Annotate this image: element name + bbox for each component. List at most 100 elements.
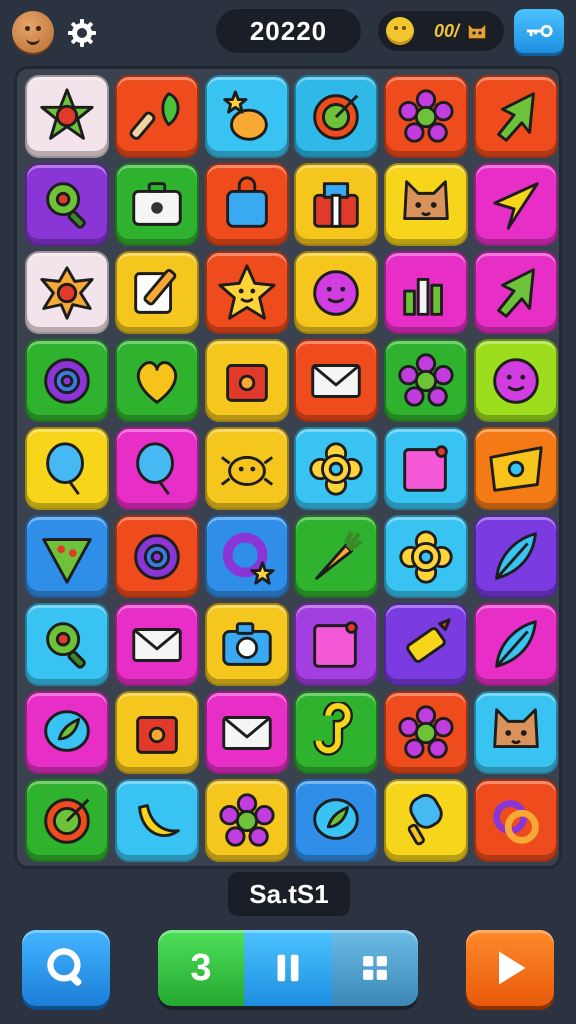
coin-count: 00/ <box>434 20 460 41</box>
pause-icon <box>277 954 299 982</box>
tile[interactable] <box>114 251 199 334</box>
balloon-icon <box>135 441 174 495</box>
tile[interactable] <box>114 339 199 422</box>
cat-badge-icon <box>467 21 487 40</box>
tile[interactable] <box>294 779 379 862</box>
carrot-broom-icon <box>315 530 363 580</box>
smiley-ball-icon <box>493 357 539 404</box>
ring-icon <box>44 357 90 404</box>
cat-face-icon <box>493 707 539 748</box>
tile[interactable] <box>473 427 558 510</box>
tile[interactable] <box>114 691 199 774</box>
tile[interactable] <box>384 515 469 598</box>
tile[interactable] <box>25 427 109 510</box>
balloon-icon <box>46 441 84 495</box>
tile[interactable] <box>204 339 289 422</box>
tile[interactable] <box>473 515 558 598</box>
tile[interactable] <box>384 339 469 422</box>
tile[interactable] <box>294 339 379 422</box>
tile[interactable] <box>473 75 558 158</box>
tile[interactable] <box>204 427 289 510</box>
paintbrush-leaf-icon <box>129 91 180 140</box>
leaf-bubble-icon <box>313 797 360 840</box>
tile[interactable] <box>204 779 289 862</box>
onion-star-icon <box>222 89 268 141</box>
arrow-icon <box>497 91 535 142</box>
leaf-bubble-icon <box>44 709 90 752</box>
gift-box-icon <box>313 181 360 228</box>
banana-icon <box>137 803 180 837</box>
tile[interactable] <box>204 603 289 686</box>
tile[interactable] <box>25 251 109 334</box>
heart-icon <box>136 360 177 404</box>
tile[interactable] <box>114 515 199 598</box>
ring-icon <box>134 533 180 580</box>
house-box-icon <box>135 715 178 754</box>
tile[interactable] <box>204 251 289 334</box>
cat-face-icon <box>403 179 449 220</box>
tile[interactable] <box>25 339 109 422</box>
tile[interactable] <box>473 603 558 686</box>
moves-counter-button[interactable]: 3 <box>158 930 244 1006</box>
key-button[interactable] <box>514 9 564 53</box>
tile[interactable] <box>204 163 289 246</box>
pizza-slice-icon <box>42 537 92 584</box>
tile[interactable] <box>294 163 379 246</box>
tile[interactable] <box>384 691 469 774</box>
level-label: Sa.tS1 <box>228 872 350 916</box>
pause-button[interactable] <box>244 930 332 1006</box>
tile[interactable] <box>294 603 379 686</box>
tile[interactable] <box>114 163 199 246</box>
tile[interactable] <box>25 603 109 686</box>
star-flower-icon <box>40 87 94 140</box>
envelope-icon <box>132 627 182 662</box>
tile[interactable] <box>384 163 469 246</box>
tile[interactable] <box>473 163 558 246</box>
sticky-note-icon <box>403 444 448 492</box>
tile[interactable] <box>294 427 379 510</box>
tile[interactable] <box>114 75 199 158</box>
splash-flower-icon <box>40 265 94 320</box>
smiley-ball-icon <box>313 269 360 316</box>
tile[interactable] <box>25 163 109 246</box>
tile[interactable] <box>473 251 558 334</box>
tile[interactable] <box>25 691 109 774</box>
envelope-icon <box>221 715 272 750</box>
tile[interactable] <box>114 779 199 862</box>
tile[interactable] <box>25 515 109 598</box>
kite-icon <box>493 181 539 230</box>
tile[interactable] <box>294 251 379 334</box>
avatar[interactable] <box>12 11 54 53</box>
tile[interactable] <box>25 779 109 862</box>
crayon-icon <box>406 617 451 663</box>
target-icon <box>44 797 90 844</box>
tile[interactable] <box>384 251 469 334</box>
tile[interactable] <box>384 75 469 158</box>
grid-button[interactable] <box>332 930 418 1006</box>
tile[interactable] <box>294 691 379 774</box>
tile[interactable] <box>294 515 379 598</box>
play-button[interactable] <box>466 930 554 1006</box>
tile[interactable] <box>384 779 469 862</box>
search-button[interactable] <box>22 930 110 1006</box>
flower-icon <box>398 704 454 759</box>
tile[interactable] <box>204 691 289 774</box>
tile[interactable] <box>473 339 558 422</box>
magnifier-icon <box>46 181 86 229</box>
tile[interactable] <box>473 691 558 774</box>
tile[interactable] <box>204 75 289 158</box>
tile[interactable] <box>25 75 109 158</box>
tile[interactable] <box>384 603 469 686</box>
gear-icon[interactable] <box>66 17 98 49</box>
donut-flower-icon <box>309 441 364 496</box>
coin-smiley-icon <box>386 17 414 45</box>
tile[interactable] <box>204 515 289 598</box>
tile[interactable] <box>114 427 199 510</box>
tile[interactable] <box>384 427 469 510</box>
target-icon <box>313 93 360 140</box>
house-box-icon <box>225 363 268 402</box>
tile[interactable] <box>114 603 199 686</box>
tile[interactable] <box>294 75 379 158</box>
feather-icon <box>495 619 537 668</box>
tile[interactable] <box>473 779 558 862</box>
